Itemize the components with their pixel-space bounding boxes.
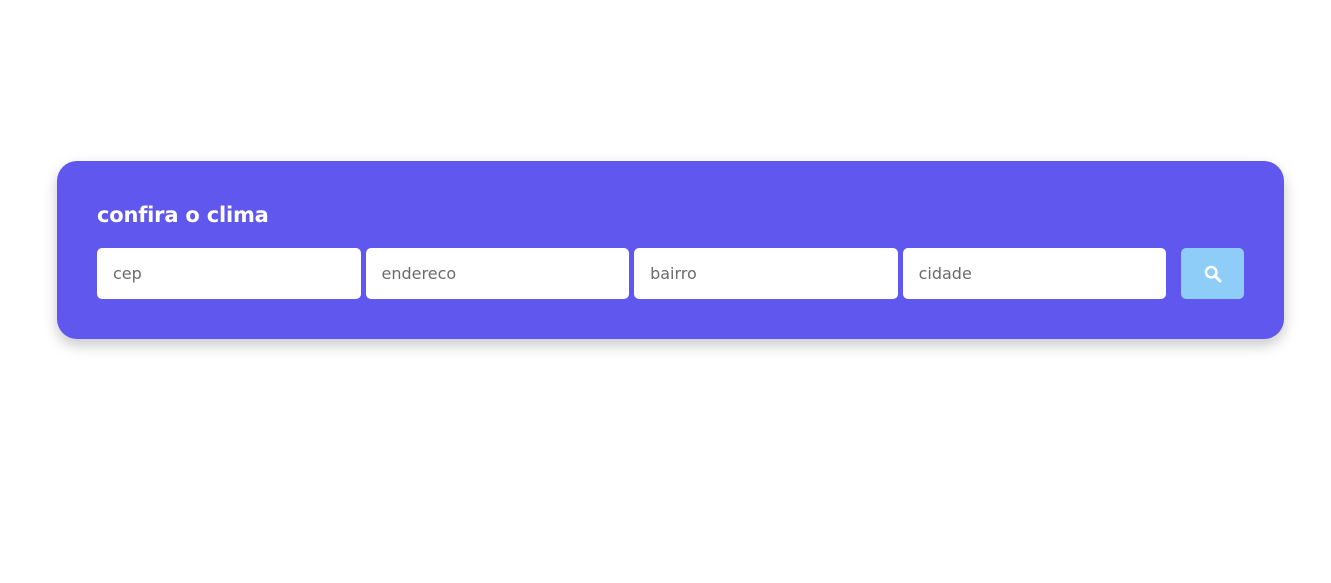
bairro-input[interactable] <box>634 248 898 299</box>
search-button[interactable] <box>1181 248 1244 299</box>
card-title: confira o clima <box>97 203 269 227</box>
cep-input[interactable] <box>97 248 361 299</box>
weather-search-card: confira o clima <box>57 161 1284 339</box>
address-form-row <box>97 248 1244 299</box>
endereco-input[interactable] <box>365 248 630 299</box>
search-icon <box>1204 265 1222 283</box>
cidade-input[interactable] <box>902 248 1167 299</box>
